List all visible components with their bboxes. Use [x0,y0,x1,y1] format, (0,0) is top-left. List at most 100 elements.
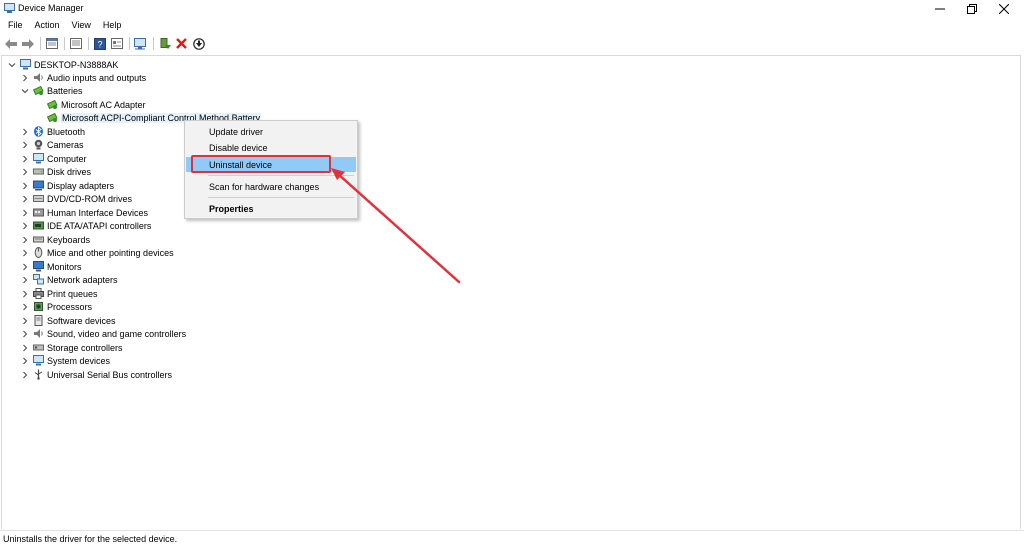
chevron-right-icon[interactable] [20,329,29,338]
tree-item-label: Monitors [47,261,82,272]
tree-item-label: Computer [47,153,87,164]
tree-item-batteries[interactable]: Batteries [20,84,83,97]
tree-item-label: IDE ATA/ATAPI controllers [47,220,152,231]
refresh-icon[interactable] [68,36,83,51]
chevron-right-icon[interactable] [20,73,29,82]
chevron-right-icon[interactable] [20,289,29,298]
tree-item-network-adapters[interactable]: Network adapters [20,273,118,286]
back-arrow-icon[interactable] [3,36,18,51]
chevron-right-icon[interactable] [20,181,29,190]
annotation-highlight-box [191,155,331,173]
tree-item-sound-controllers[interactable]: Sound, video and game controllers [20,327,186,340]
chevron-right-icon[interactable] [20,127,29,136]
chevron-right-icon[interactable] [20,302,29,311]
tree-item-label: Keyboards [47,234,91,245]
tree-item-mice[interactable]: Mice and other pointing devices [20,246,174,259]
tree-item-label: Universal Serial Bus controllers [47,369,173,380]
chevron-right-icon[interactable] [20,343,29,352]
battery-icon [47,112,58,123]
chevron-right-icon[interactable] [20,356,29,365]
context-menu-label: Disable device [209,142,268,153]
tree-item-keyboards[interactable]: Keyboards [20,233,90,246]
chevron-right-icon[interactable] [20,370,29,379]
status-bar: Uninstalls the driver for the selected d… [0,530,1024,546]
disable-icon[interactable] [191,36,206,51]
tree-item-label: Sound, video and game controllers [47,328,187,339]
battery-icon [47,99,58,110]
context-menu-disable-device[interactable]: Disable device [186,140,356,155]
tree-item-label: Bluetooth [47,126,86,137]
close-button[interactable] [987,0,1020,17]
chevron-down-icon[interactable] [7,60,16,69]
context-menu-label: Update driver [209,126,264,137]
tree-item-dvd-drives[interactable]: DVD/CD-ROM drives [20,192,132,205]
storage-controller-icon [33,342,44,353]
chevron-right-icon[interactable] [20,262,29,271]
window-title: Device Manager [18,3,84,13]
chevron-right-icon[interactable] [20,140,29,149]
tree-item-computer[interactable]: Computer [20,152,87,165]
tree-item-usb-controllers[interactable]: Universal Serial Bus controllers [20,368,172,381]
tree-item-bluetooth[interactable]: Bluetooth [20,125,85,138]
tree-root[interactable]: DESKTOP-N3888AK [7,58,118,71]
tree-item-ac-adapter[interactable]: Microsoft AC Adapter [47,98,146,111]
properties-icon[interactable] [44,36,59,51]
tree-item-cameras[interactable]: Cameras [20,138,84,151]
battery-icon [33,85,44,96]
menu-bar: File Action View Help [0,17,1024,33]
tree-item-software-devices[interactable]: Software devices [20,314,116,327]
context-menu-label: Scan for hardware changes [209,181,320,192]
context-menu-scan-hardware[interactable]: Scan for hardware changes [186,179,356,194]
device-tree [1,55,1021,529]
tree-item-label: Cameras [47,139,84,150]
tree-item-disk-drives[interactable]: Disk drives [20,165,91,178]
chevron-right-icon[interactable] [20,194,29,203]
chevron-right-icon[interactable] [20,235,29,244]
tree-item-label: System devices [47,355,111,366]
tree-item-processors[interactable]: Processors [20,300,92,313]
context-menu-label: Properties [209,203,254,214]
tree-item-label: Disk drives [47,166,92,177]
tree-item-label: Print queues [47,288,98,299]
help-icon[interactable]: ? [92,36,107,51]
chevron-down-icon[interactable] [20,86,29,95]
menu-view[interactable]: View [66,17,97,33]
processor-icon [33,301,44,312]
chevron-right-icon[interactable] [20,208,29,217]
restore-button[interactable] [955,0,988,17]
tree-item-ide-controllers[interactable]: IDE ATA/ATAPI controllers [20,219,151,232]
network-icon [33,274,44,285]
tree-item-audio[interactable]: Audio inputs and outputs [20,71,146,84]
scan-hardware-icon[interactable] [133,36,148,51]
display-adapter-icon [33,180,44,191]
chevron-right-icon[interactable] [20,248,29,257]
uninstall-icon[interactable] [174,36,189,51]
update-driver-icon[interactable] [157,36,172,51]
tree-item-label: Mice and other pointing devices [47,247,174,258]
tree-item-system-devices[interactable]: System devices [20,354,110,367]
chevron-right-icon[interactable] [20,154,29,163]
tree-item-monitors[interactable]: Monitors [20,260,82,273]
menu-help[interactable]: Help [97,17,128,33]
context-menu-properties[interactable]: Properties [186,201,356,216]
sound-icon [33,328,44,339]
minimize-button[interactable] [923,0,956,17]
tree-item-display-adapters[interactable]: Display adapters [20,179,114,192]
tree-item-hid[interactable]: Human Interface Devices [20,206,148,219]
chevron-right-icon[interactable] [20,316,29,325]
forward-arrow-icon[interactable] [20,36,35,51]
menu-action[interactable]: Action [29,17,66,33]
tree-item-label: Batteries [47,85,83,96]
toolbar-separator [64,37,65,50]
menu-file[interactable]: File [2,17,29,33]
tree-item-print-queues[interactable]: Print queues [20,287,98,300]
chevron-right-icon[interactable] [20,275,29,284]
printer-icon [33,288,44,299]
view-icon[interactable] [109,36,124,51]
computer-icon [33,153,44,164]
chevron-right-icon[interactable] [20,221,29,230]
context-menu-update-driver[interactable]: Update driver [186,124,356,139]
chevron-right-icon[interactable] [20,167,29,176]
toolbar-separator [129,37,130,50]
tree-item-storage-controllers[interactable]: Storage controllers [20,341,123,354]
